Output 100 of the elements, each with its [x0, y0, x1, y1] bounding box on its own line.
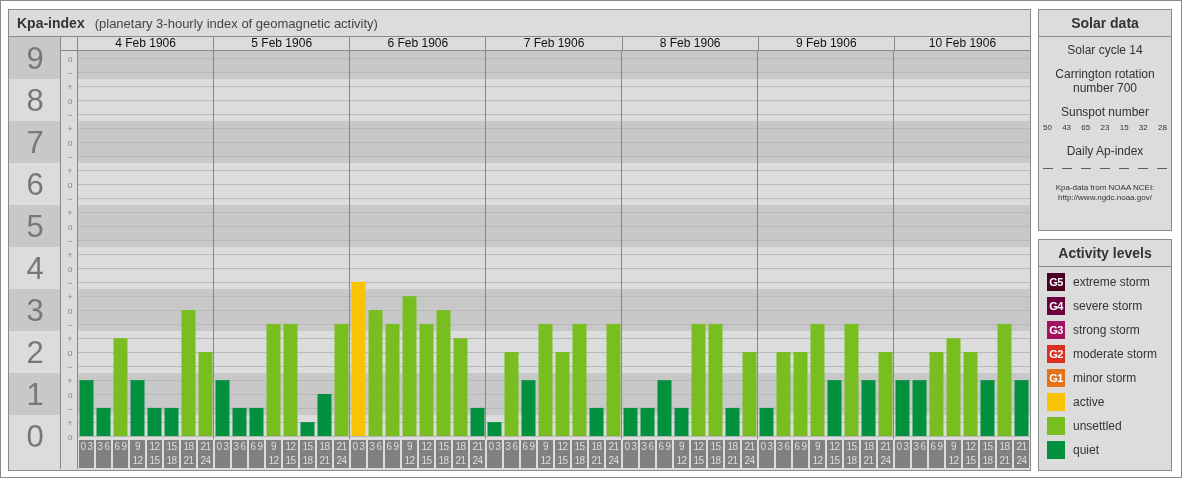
y-tick-label: o	[67, 305, 73, 316]
y-tick-label: −	[67, 319, 73, 330]
kp-bar	[640, 407, 655, 436]
kp-bar	[470, 407, 485, 436]
y-tick-label: +	[67, 333, 73, 344]
y-tick-label: +	[67, 291, 73, 302]
kp-bar	[164, 407, 179, 436]
hour-range-label: 12 15	[147, 440, 162, 468]
sunspot-number: 15	[1119, 123, 1129, 132]
y-axis-label: 1	[26, 377, 44, 412]
ap-heading: Daily Ap-index	[1065, 144, 1145, 158]
y-tick-label: −	[67, 235, 73, 246]
hour-range-label: 6 9	[793, 440, 808, 468]
hour-range-label: 18 21	[725, 440, 740, 468]
kp-bar	[861, 380, 876, 436]
kp-bar	[521, 380, 536, 436]
y-tick-label: o	[67, 137, 73, 148]
hour-range-label: 3 6	[504, 440, 519, 468]
kp-bar	[487, 422, 502, 436]
y-axis-label: 4	[26, 251, 44, 287]
hour-range-label: 6 9	[521, 440, 536, 468]
hour-range-label: 15 18	[844, 440, 859, 468]
y-axis-label: 9	[26, 41, 44, 77]
source-link[interactable]: http://www.ngdc.noaa.gov/	[1058, 193, 1152, 203]
y-tick-label: −	[67, 277, 73, 288]
kp-bar	[317, 394, 332, 436]
ap-value: —	[1081, 162, 1091, 173]
hour-range-label: 0 3	[79, 440, 94, 468]
kp-bar	[249, 407, 264, 436]
y-tick-label: +	[67, 417, 73, 428]
kp-bar	[827, 380, 842, 436]
carrington-text: Carrington rotation number 700	[1054, 67, 1156, 95]
sunspot-number: 32	[1138, 123, 1148, 132]
hour-range-label: 15 18	[300, 440, 315, 468]
hour-range-label: 15 18	[708, 440, 723, 468]
hour-range-label: 0 3	[895, 440, 910, 468]
date-label: 6 Feb 1906	[350, 37, 487, 50]
legend-label: strong storm	[1073, 323, 1140, 337]
hour-range-label: 0 3	[215, 440, 230, 468]
sunspot-number: 50	[1043, 123, 1052, 132]
y-tick-label: −	[67, 151, 73, 162]
y-tick-label: +	[67, 165, 73, 176]
hour-range-label: 6 9	[113, 440, 128, 468]
hour-range-label: 21 24	[742, 440, 757, 468]
sunspot-number: 28	[1158, 123, 1167, 132]
sunspot-number: 23	[1100, 123, 1110, 132]
legend-label: extreme storm	[1073, 275, 1150, 289]
hour-range-label: 18 21	[861, 440, 876, 468]
y-axis-label: 5	[26, 209, 44, 245]
hour-range-label: 0 3	[351, 440, 366, 468]
sunspot-number: 65	[1081, 123, 1091, 132]
panel-subtitle: (planetary 3-hourly index of geomagnetic activity)	[94, 15, 378, 31]
kp-bar	[130, 380, 145, 436]
y-tick-label: +	[67, 123, 73, 134]
y-tick-label: o	[67, 53, 73, 64]
date-label: 7 Feb 1906	[486, 37, 623, 50]
hour-range-label: 15 18	[164, 440, 179, 468]
kp-bar	[912, 380, 927, 436]
y-tick-label: o	[67, 389, 73, 400]
hour-range-label: 21 24	[470, 440, 485, 468]
storm-level-badge: G2	[1047, 345, 1065, 363]
y-axis-label: 8	[26, 83, 44, 119]
hour-range-label: 21 24	[334, 440, 349, 468]
y-tick-label: −	[67, 67, 73, 78]
hour-range-label: 3 6	[640, 440, 655, 468]
ap-value: —	[1157, 162, 1167, 173]
kp-bar	[232, 407, 247, 436]
hour-range-label: 15 18	[436, 440, 451, 468]
hour-range-label: 12 15	[555, 440, 570, 468]
hour-range-label: 6 9	[385, 440, 400, 468]
y-tick-label: o	[67, 221, 73, 232]
sunspot-heading: Sunspot number	[1059, 105, 1151, 119]
hour-range-label: 18 21	[453, 440, 468, 468]
hour-range-label: 3 6	[776, 440, 791, 468]
hour-range-label: 9 12	[130, 440, 145, 468]
kp-bar	[759, 407, 774, 436]
hour-range-label: 9 12	[402, 440, 417, 468]
date-label: 10 Feb 1906	[927, 37, 998, 50]
hour-range-label: 3 6	[232, 440, 247, 468]
ap-value: —	[1100, 162, 1110, 173]
y-tick-label: −	[67, 403, 73, 414]
legend-label: active	[1073, 395, 1105, 409]
y-tick-label: o	[67, 431, 73, 442]
hour-range-label: 9 12	[674, 440, 689, 468]
kp-bar	[79, 380, 94, 436]
hour-range-label: 18 21	[181, 440, 196, 468]
legend-label: severe storm	[1073, 299, 1143, 313]
ap-value: —	[1043, 162, 1053, 173]
legend-label: quiet	[1073, 443, 1100, 457]
hour-range-label: 9 12	[266, 440, 281, 468]
y-axis-label: 2	[26, 335, 44, 371]
y-tick-label: +	[67, 249, 73, 260]
hour-range-label: 21 24	[606, 440, 621, 468]
hour-range-label: 12 15	[827, 440, 842, 468]
y-tick-label: o	[67, 179, 73, 190]
y-tick-label: o	[67, 263, 73, 274]
panel-title: Kpa-index	[17, 15, 85, 31]
hour-range-label: 21 24	[1014, 440, 1029, 468]
kp-bar	[589, 407, 604, 436]
panel-title: Activity levels	[1039, 240, 1171, 267]
